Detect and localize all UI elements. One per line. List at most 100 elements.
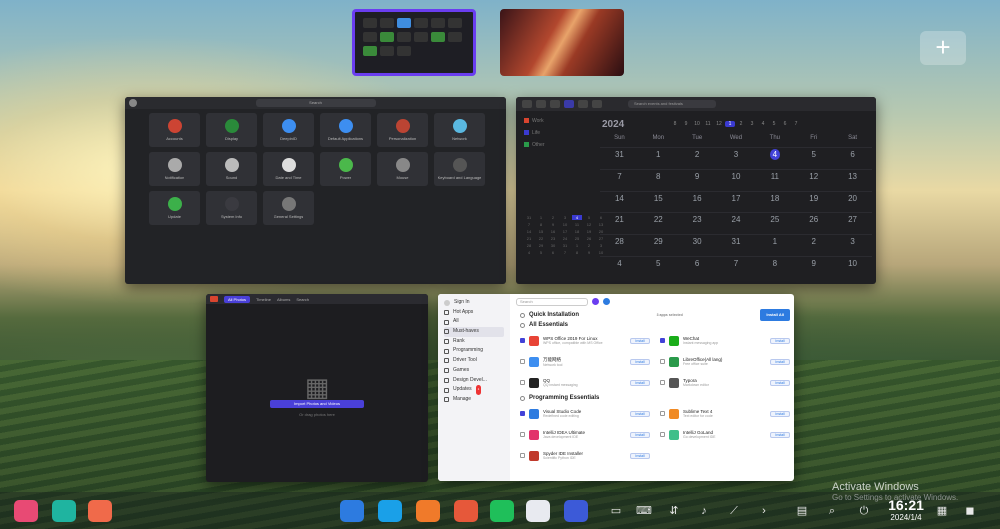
search-icon[interactable]: ⌕	[824, 504, 840, 518]
install-button[interactable]: Install	[630, 410, 650, 417]
mini-day[interactable]: 31	[524, 215, 534, 220]
month-6[interactable]: 6	[780, 121, 790, 127]
month-3[interactable]: 3	[747, 121, 757, 127]
import-photos-button[interactable]: Import Photos and Videos	[270, 400, 364, 408]
file-manager-icon[interactable]	[340, 500, 364, 522]
album-window[interactable]: All Photos Timeline Albums Search ▦ Import …	[206, 294, 428, 482]
store-nav-item[interactable]: Games	[444, 366, 504, 376]
notification-center-icon[interactable]: ◼	[962, 504, 978, 518]
volume-icon[interactable]: ♪	[696, 504, 712, 518]
mini-day[interactable]: 7	[560, 250, 570, 255]
mini-day[interactable]: 5	[584, 215, 594, 220]
module-tile[interactable]: Power	[320, 152, 371, 186]
view-month-button[interactable]	[564, 100, 574, 108]
mini-day[interactable]: 3	[560, 215, 570, 220]
day-cell[interactable]: 31	[600, 147, 639, 169]
day-cell[interactable]: 16	[677, 190, 717, 213]
module-tile[interactable]: Update	[149, 191, 200, 225]
sign-in-link[interactable]: Sign In	[444, 298, 504, 308]
app-checkbox[interactable]	[660, 338, 665, 343]
day-cell[interactable]: 27	[833, 212, 872, 234]
install-all-button[interactable]: Install All	[760, 309, 790, 321]
day-cell[interactable]: 22	[638, 212, 678, 234]
section-checkbox[interactable]	[520, 395, 525, 401]
mini-day[interactable]: 1	[572, 243, 582, 248]
module-tile[interactable]: System Info	[206, 191, 257, 225]
calendar-window[interactable]: Search events and festivals Work Life Othe…	[516, 97, 876, 284]
day-cell[interactable]: 7	[600, 168, 639, 191]
month-9[interactable]: 9	[681, 121, 691, 127]
mini-day[interactable]: 11	[572, 222, 582, 227]
day-cell[interactable]: 13	[833, 168, 872, 191]
taskbar-clock[interactable]: 16:21 2024/1/4	[884, 498, 928, 523]
day-cell[interactable]: 8	[755, 255, 795, 278]
mini-day[interactable]: 1	[536, 215, 546, 220]
workspace-1-thumbnail[interactable]	[352, 9, 476, 76]
mini-day[interactable]: 4	[572, 215, 582, 220]
app-checkbox[interactable]	[660, 380, 665, 385]
app-checkbox[interactable]	[520, 338, 525, 343]
day-cell[interactable]: 2	[794, 234, 834, 256]
module-tile[interactable]: Accounts	[149, 113, 200, 147]
install-button[interactable]: Install	[630, 379, 650, 386]
mini-day[interactable]: 15	[536, 229, 546, 234]
day-cell[interactable]: 5	[638, 255, 678, 278]
day-cell[interactable]: 29	[638, 234, 678, 256]
module-tile[interactable]: DeepinID	[263, 113, 314, 147]
app-checkbox[interactable]	[520, 359, 525, 364]
add-workspace-button[interactable]: +	[920, 31, 966, 65]
mini-day[interactable]: 23	[548, 236, 558, 241]
expand-icon[interactable]: ›	[756, 504, 772, 518]
day-cell[interactable]: 18	[755, 190, 795, 213]
mini-day[interactable]: 5	[536, 250, 546, 255]
section-checkbox[interactable]	[520, 322, 525, 328]
module-tile[interactable]: Date and Time	[263, 152, 314, 186]
music-icon[interactable]	[490, 500, 514, 522]
month-4[interactable]: 4	[758, 121, 768, 127]
mini-day[interactable]: 8	[572, 250, 582, 255]
month-11[interactable]: 11	[703, 121, 713, 127]
day-cell[interactable]: 10	[716, 168, 756, 191]
control-center-window[interactable]: Search Accounts Display DeepinID Default Ap…	[125, 97, 506, 284]
view-day-button[interactable]	[592, 100, 602, 108]
album-icon[interactable]	[454, 500, 478, 522]
mini-day[interactable]: 9	[584, 250, 594, 255]
app-checkbox[interactable]	[520, 453, 525, 458]
mini-day[interactable]: 26	[584, 236, 594, 241]
usb-icon[interactable]: ⇵	[666, 504, 682, 518]
day-cell[interactable]: 9	[794, 255, 834, 278]
day-cell[interactable]: 4	[755, 147, 795, 169]
month-7[interactable]: 7	[791, 121, 801, 127]
app-checkbox[interactable]	[660, 359, 665, 364]
module-tile[interactable]: Display	[206, 113, 257, 147]
mini-day[interactable]: 14	[524, 229, 534, 234]
day-cell[interactable]: 5	[794, 147, 834, 169]
day-cell[interactable]: 26	[794, 212, 834, 234]
install-button[interactable]: Install	[770, 431, 790, 438]
day-cell[interactable]: 2	[677, 147, 717, 169]
store-nav-item[interactable]: Rank	[444, 337, 504, 347]
mini-day[interactable]: 19	[584, 229, 594, 234]
day-cell[interactable]: 4	[600, 255, 639, 278]
day-cell[interactable]: 7	[716, 255, 756, 278]
store-search-input[interactable]: Search	[516, 297, 588, 306]
app-checkbox[interactable]	[520, 380, 525, 385]
workspace-icon[interactable]	[88, 500, 112, 522]
mini-day[interactable]: 10	[560, 222, 570, 227]
month-10[interactable]: 10	[692, 121, 702, 127]
keyboard-icon[interactable]: ⌨	[636, 504, 652, 518]
browser-icon[interactable]	[378, 500, 402, 522]
power-icon[interactable]: ⏻	[856, 504, 872, 518]
install-button[interactable]: Install	[770, 358, 790, 365]
mini-day[interactable]: 25	[572, 236, 582, 241]
settings-icon[interactable]	[564, 500, 588, 522]
app-store-icon[interactable]	[416, 500, 440, 522]
app-checkbox[interactable]	[660, 411, 665, 416]
install-button[interactable]: Install	[630, 452, 650, 459]
day-cell[interactable]: 9	[677, 168, 717, 191]
day-cell[interactable]: 20	[833, 190, 872, 213]
day-cell[interactable]: 3	[833, 234, 872, 256]
calendar-type-item[interactable]: Work	[524, 115, 594, 127]
day-cell[interactable]: 30	[677, 234, 717, 256]
module-tile[interactable]: Default Applications	[320, 113, 371, 147]
